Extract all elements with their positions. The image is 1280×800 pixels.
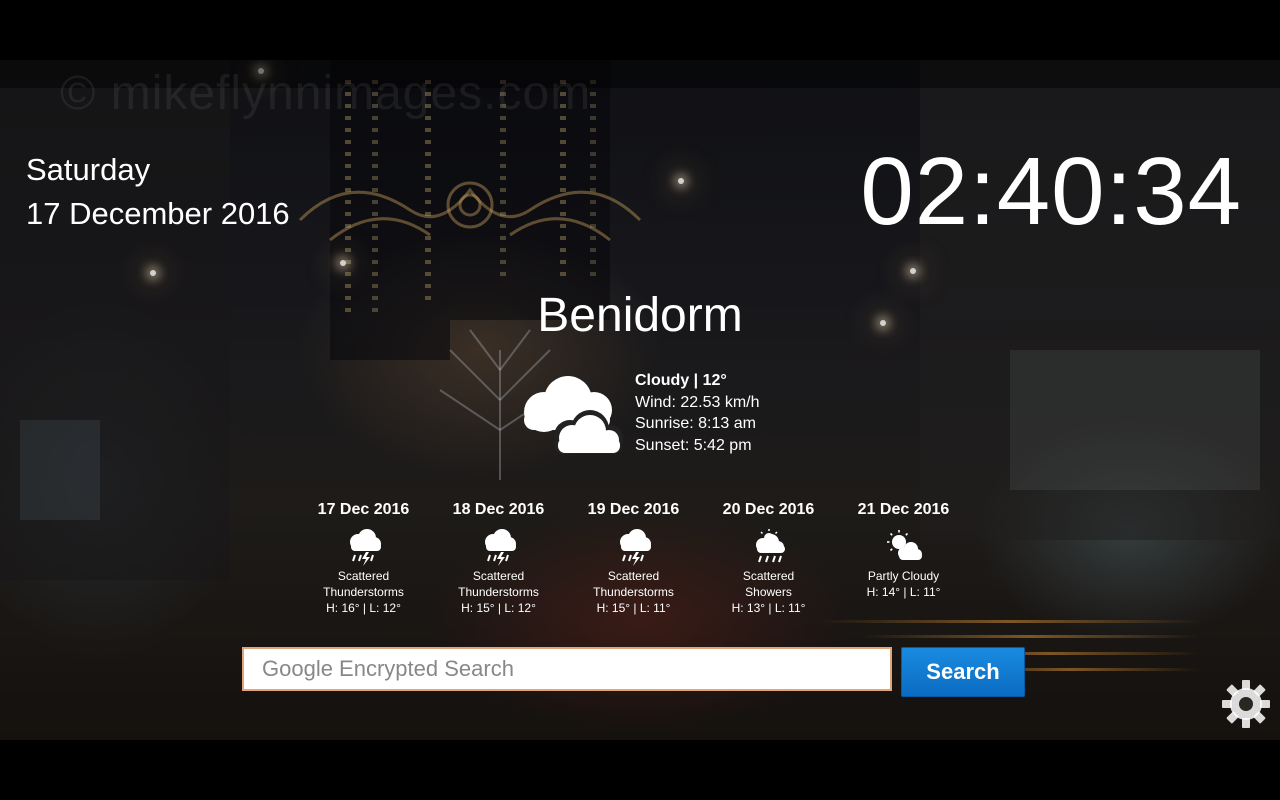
forecast-day: 21 Dec 2016 Partly Cloudy H: 14° | L: 11… <box>836 500 971 600</box>
forecast-temps: H: 14° | L: 11° <box>866 585 941 599</box>
search-input[interactable] <box>242 647 892 691</box>
forecast-date: 17 Dec 2016 <box>317 501 410 518</box>
forecast-temps: H: 13° | L: 11° <box>731 601 806 615</box>
location-name: Benidorm <box>537 289 743 342</box>
showers-icon <box>755 529 785 563</box>
forecast: 17 Dec 2016 Scattered Thunderstorms H: 1… <box>296 500 971 620</box>
forecast-temps: H: 16° | L: 12° <box>326 601 401 615</box>
forecast-date: 20 Dec 2016 <box>722 501 815 518</box>
date-block: Saturday 17 December 2016 <box>26 152 290 232</box>
background-photo: © mikeflynnimages.com Saturday 17 Decemb… <box>0 60 1280 740</box>
current-sunrise: Sunrise: 8:13 am <box>635 415 756 432</box>
forecast-date: 19 Dec 2016 <box>587 501 680 518</box>
search-button[interactable]: Search <box>901 647 1025 697</box>
forecast-day: 19 Dec 2016 Scattered Thunderstorms H: 1… <box>566 500 701 616</box>
thunderstorm-icon <box>349 529 381 566</box>
gear-icon[interactable] <box>1220 678 1272 730</box>
forecast-desc-2: Thunderstorms <box>458 585 539 599</box>
current-sunset: Sunset: 5:42 pm <box>635 436 752 454</box>
watermark: © mikeflynnimages.com <box>60 67 592 120</box>
forecast-desc-2: Showers <box>745 585 792 599</box>
forecast-desc-2: Thunderstorms <box>323 585 404 599</box>
forecast-temps: H: 15° | L: 12° <box>461 601 536 615</box>
forecast-date: 21 Dec 2016 <box>857 501 950 518</box>
forecast-desc: Scattered <box>337 569 390 583</box>
thunderstorm-icon <box>484 529 516 566</box>
forecast-temps: H: 15° | L: 11° <box>596 601 671 615</box>
current-wind: Wind: 22.53 km/h <box>635 393 760 411</box>
current-details: Cloudy | 12° Wind: 22.53 km/h Sunrise: 8… <box>635 370 835 456</box>
forecast-desc: Scattered <box>472 569 525 583</box>
forecast-day: 17 Dec 2016 Scattered Thunderstorms H: 1… <box>296 500 431 616</box>
clock: 02:40:34 <box>860 138 1242 245</box>
cloudy-icon <box>524 376 623 454</box>
forecast-day: 18 Dec 2016 Scattered Thunderstorms H: 1… <box>431 500 566 616</box>
forecast-desc-2: Thunderstorms <box>593 585 674 599</box>
forecast-desc: Scattered <box>607 569 660 583</box>
forecast-desc: Scattered <box>742 569 795 583</box>
forecast-desc: Partly Cloudy <box>867 569 940 583</box>
current-condition: Cloudy | 12° <box>635 372 727 389</box>
thunderstorm-icon <box>619 529 651 566</box>
forecast-day: 20 Dec 2016 Scattered Showers H: 13° | L… <box>701 500 836 616</box>
partly-cloudy-icon <box>886 530 922 560</box>
weekday: Saturday <box>26 152 151 187</box>
forecast-date: 18 Dec 2016 <box>452 501 545 518</box>
full-date: 17 December 2016 <box>26 196 290 231</box>
